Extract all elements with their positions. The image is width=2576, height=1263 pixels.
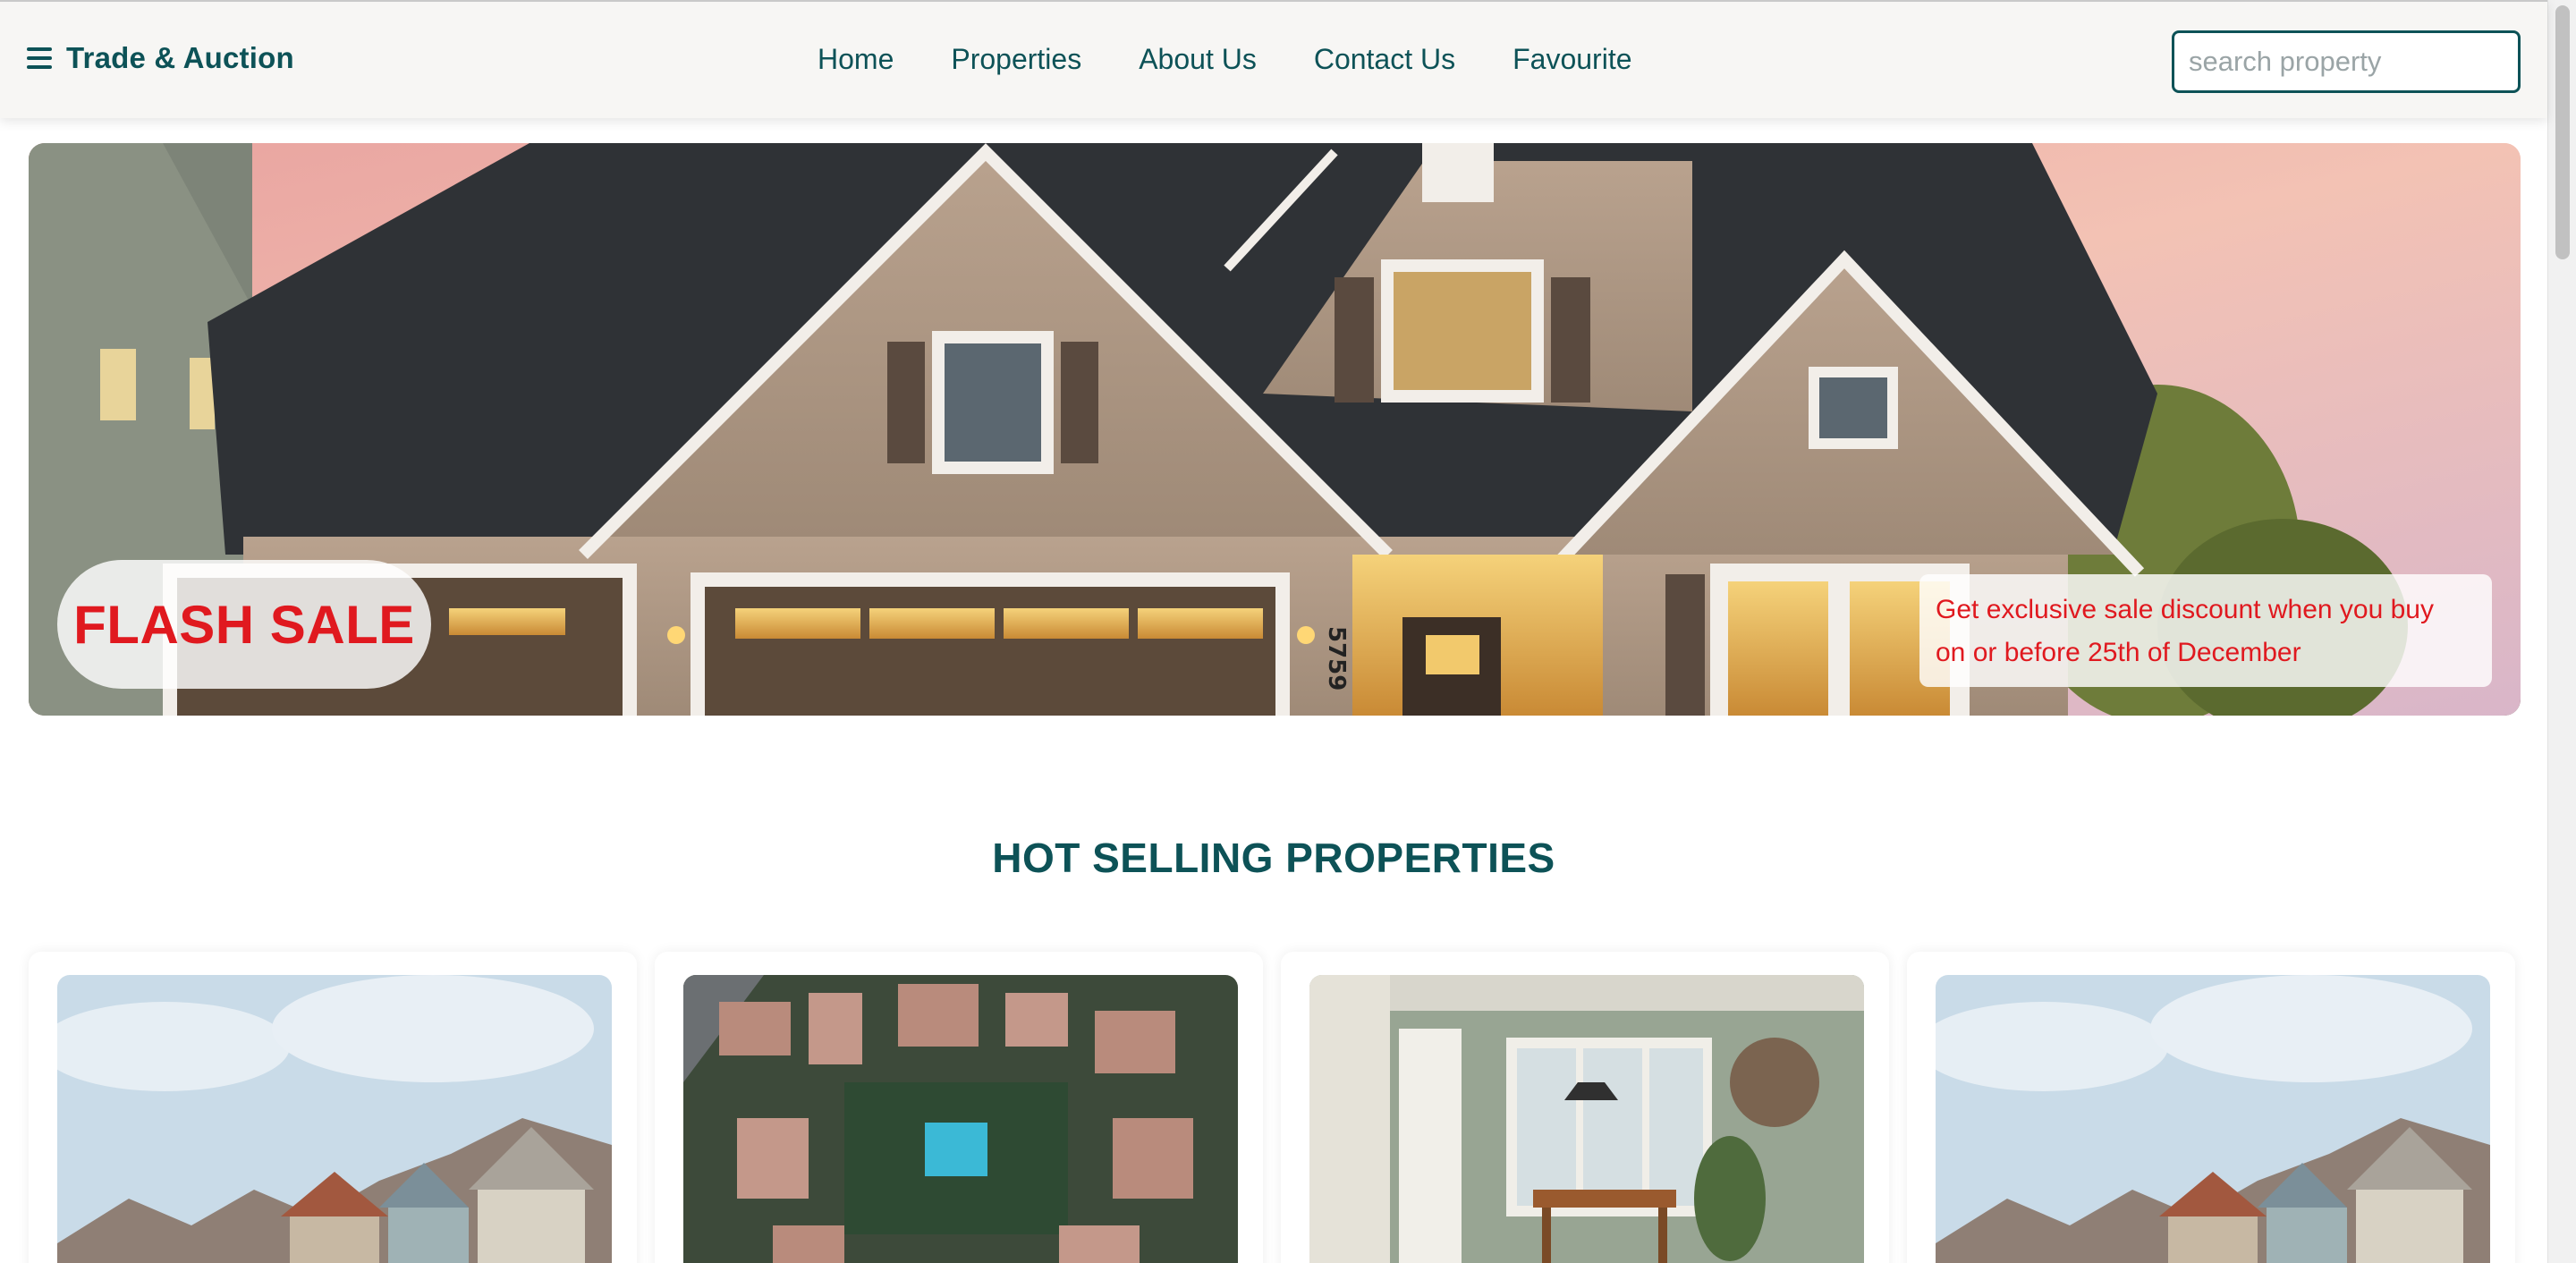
- main-nav: Home Properties About Us Contact Us Favo…: [818, 43, 1632, 76]
- search-box: [2172, 30, 2521, 93]
- promo-line-2: on or before 25th of December: [1936, 638, 2301, 667]
- flash-sale-text: FLASH SALE: [73, 594, 415, 655]
- promo-line-1: Get exclusive sale discount when you buy: [1936, 595, 2434, 624]
- flash-sale-badge: FLASH SALE: [57, 560, 431, 689]
- nav-link-contact-us[interactable]: Contact Us: [1314, 43, 1455, 76]
- property-image[interactable]: [1936, 975, 2490, 1263]
- vertical-scrollbar[interactable]: [2547, 0, 2576, 1263]
- brand-name[interactable]: Trade & Auction: [66, 41, 294, 75]
- property-card[interactable]: [1907, 952, 2515, 1263]
- nav-link-favourite[interactable]: Favourite: [1513, 43, 1631, 76]
- search-input[interactable]: [2189, 46, 2504, 78]
- section-title: HOT SELLING PROPERTIES: [992, 835, 1555, 881]
- nav-link-home[interactable]: Home: [818, 43, 894, 76]
- house-number: 5759: [1323, 626, 1350, 691]
- nav-link-properties[interactable]: Properties: [951, 43, 1081, 76]
- top-navbar: Trade & Auction Home Properties About Us…: [0, 0, 2547, 118]
- property-image[interactable]: [1309, 975, 1864, 1263]
- property-image[interactable]: [57, 975, 612, 1263]
- property-card-list: [29, 952, 2521, 1263]
- brand-menu-toggle[interactable]: Trade & Auction: [27, 41, 294, 75]
- promo-message: Get exclusive sale discount when you buy…: [1919, 574, 2492, 687]
- property-image[interactable]: [683, 975, 1238, 1263]
- property-card[interactable]: [29, 952, 637, 1263]
- hero-banner: 5759 FLASH SALE Get exclusive sale disco…: [29, 143, 2521, 716]
- property-card[interactable]: [1281, 952, 1889, 1263]
- nav-link-about-us[interactable]: About Us: [1139, 43, 1257, 76]
- hamburger-menu-icon[interactable]: [27, 47, 52, 69]
- scrollbar-thumb[interactable]: [2555, 5, 2570, 259]
- page: Trade & Auction Home Properties About Us…: [0, 0, 2576, 1263]
- property-card[interactable]: [655, 952, 1263, 1263]
